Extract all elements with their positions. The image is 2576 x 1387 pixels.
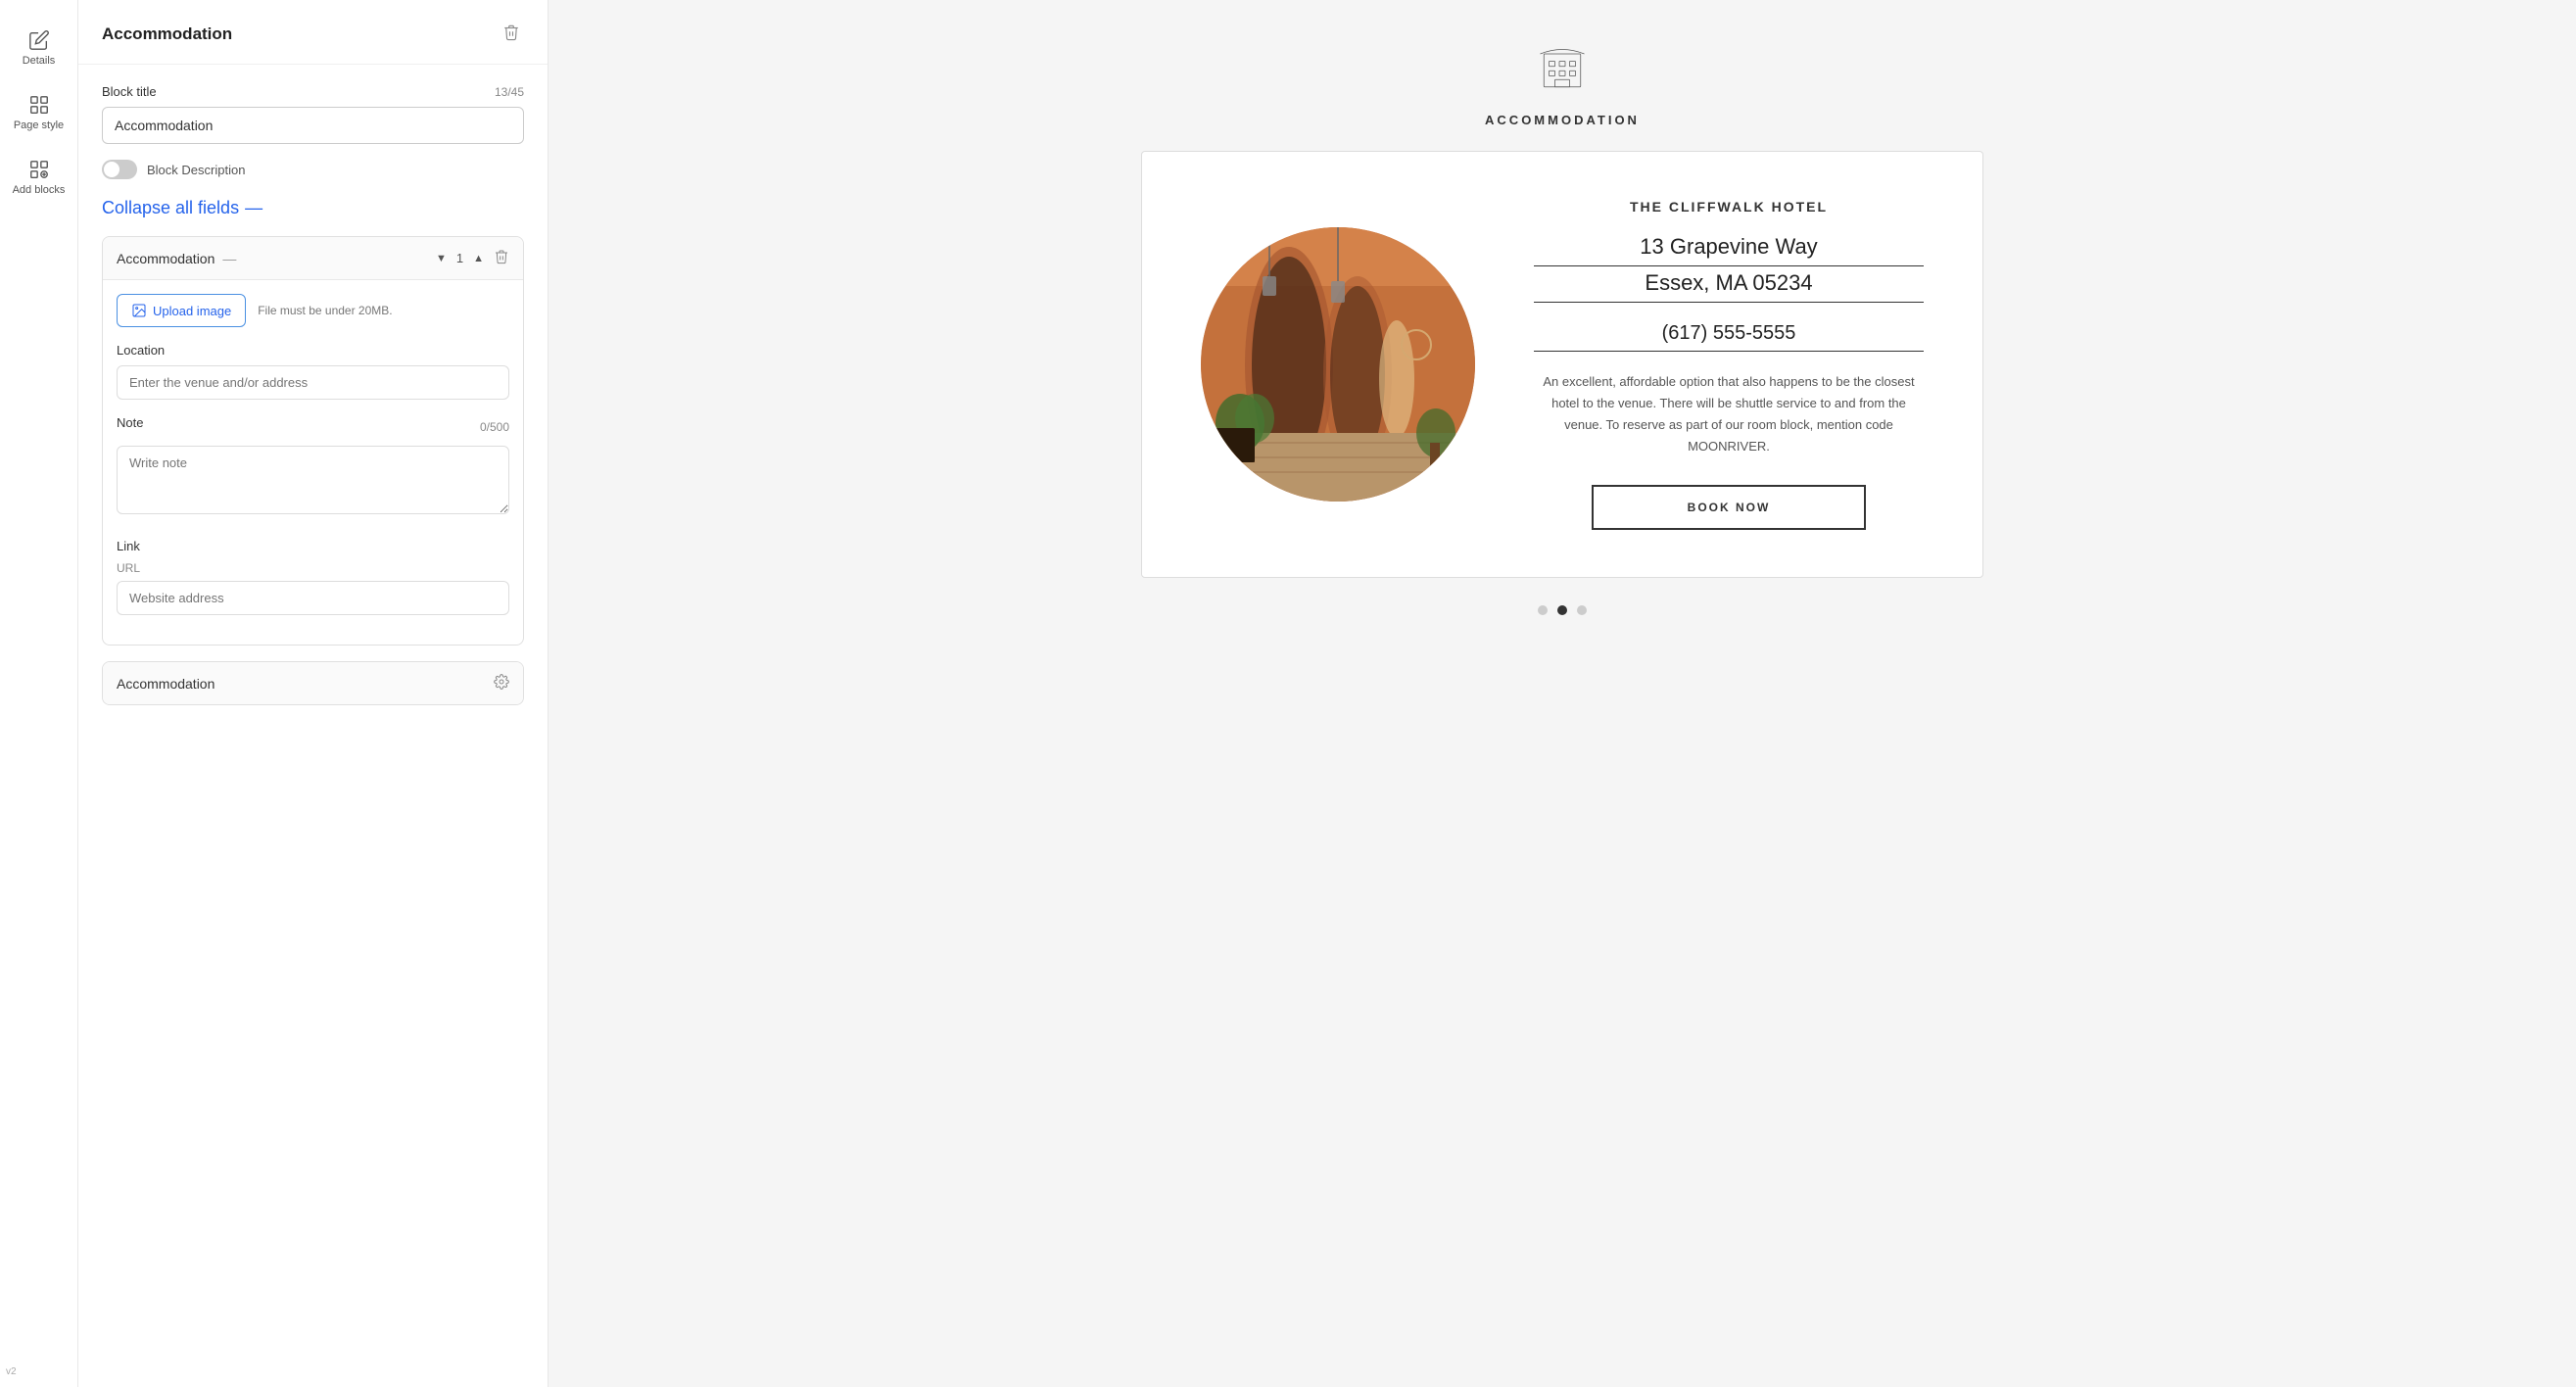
note-char-count: 0/500: [480, 420, 509, 434]
preview-panel: ACCOMMODATION: [549, 0, 2576, 1387]
block-title-char-count: 13/45: [495, 85, 524, 99]
delete-card-2-button[interactable]: [494, 674, 509, 693]
delete-panel-button[interactable]: [499, 20, 524, 48]
sidebar-item-page-style[interactable]: Page style: [5, 84, 73, 141]
trash-small-icon: [494, 249, 509, 264]
version-tag: v2: [6, 1366, 17, 1377]
block-title-label: Block title: [102, 84, 157, 99]
accommodation-card-body: Upload image File must be under 20MB. Lo…: [103, 280, 523, 645]
accommodation-2-title: Accommodation: [117, 676, 215, 692]
location-input[interactable]: [117, 365, 509, 400]
hotel-name: THE CLIFFWALK HOTEL: [1630, 199, 1828, 215]
upload-icon: [131, 303, 147, 318]
accommodation-2-label: Accommodation: [117, 676, 215, 692]
preview-dots: [1538, 605, 1587, 615]
accommodation-card-2: Accommodation: [102, 661, 524, 705]
accommodation-2-controls: [494, 674, 509, 693]
count-up-button[interactable]: ▲: [471, 251, 486, 266]
hotel-description: An excellent, affordable option that als…: [1534, 371, 1924, 457]
accommodation-card-title: Accommodation —: [117, 251, 236, 266]
palette-icon: [28, 94, 50, 116]
link-label: Link: [117, 539, 509, 553]
dot-1[interactable]: [1538, 605, 1548, 615]
block-title-row: Block title 13/45: [102, 84, 524, 99]
hotel-address-line2: Essex, MA 05234: [1534, 270, 1924, 303]
note-field-row: Note 0/500: [117, 415, 509, 438]
delete-card-button[interactable]: [494, 249, 509, 267]
note-label: Note: [117, 415, 143, 430]
dot-2[interactable]: [1557, 605, 1567, 615]
panel-header: Accommodation: [78, 0, 548, 65]
dot-3[interactable]: [1577, 605, 1587, 615]
building-icon: [1533, 39, 1592, 98]
note-textarea[interactable]: [117, 446, 509, 514]
collapse-all-button[interactable]: Collapse all fields —: [102, 199, 262, 216]
sidebar-item-add-blocks[interactable]: Add blocks: [5, 149, 73, 206]
hotel-address-line1: 13 Grapevine Way: [1534, 234, 1924, 266]
collapse-dash-icon: —: [245, 199, 262, 216]
dropdown-arrow-button[interactable]: ▼: [434, 251, 449, 266]
gear-icon: [494, 674, 509, 690]
item-count: 1: [456, 251, 463, 265]
preview-header: ACCOMMODATION: [1485, 39, 1640, 127]
panel-body: Block title 13/45 Block Description Coll…: [78, 65, 548, 725]
sidebar-item-details[interactable]: Details: [5, 20, 73, 76]
upload-image-button[interactable]: Upload image: [117, 294, 246, 327]
plus-block-icon: [28, 159, 50, 180]
book-now-button[interactable]: BOOK NOW: [1592, 485, 1866, 530]
left-panel: Accommodation Block title 13/45 Block De…: [78, 0, 549, 1387]
upload-area: Upload image File must be under 20MB.: [117, 294, 509, 327]
panel-title: Accommodation: [102, 24, 232, 44]
block-title-input[interactable]: [102, 107, 524, 144]
dash-icon: —: [222, 251, 236, 266]
url-input[interactable]: [117, 581, 509, 615]
accommodation-item-label: Accommodation: [117, 251, 215, 266]
location-label: Location: [117, 343, 509, 358]
url-label: URL: [117, 561, 509, 575]
link-section: Link URL: [117, 539, 509, 631]
preview-card: THE CLIFFWALK HOTEL 13 Grapevine Way Ess…: [1141, 151, 1983, 578]
collapse-label: Collapse all fields: [102, 199, 239, 216]
block-description-label: Block Description: [147, 163, 245, 177]
add-blocks-label: Add blocks: [13, 184, 66, 196]
hallway-image: [1201, 227, 1475, 502]
preview-section-title: ACCOMMODATION: [1485, 113, 1640, 127]
details-label: Details: [23, 55, 56, 67]
block-description-toggle[interactable]: [102, 160, 137, 179]
block-description-row: Block Description: [102, 160, 524, 179]
trash-icon: [502, 24, 520, 41]
accommodation-controls: ▼ 1 ▲: [434, 249, 509, 267]
upload-label: Upload image: [153, 304, 231, 318]
preview-info: THE CLIFFWALK HOTEL 13 Grapevine Way Ess…: [1534, 199, 1924, 530]
icon-sidebar: Details Page style Add blocks: [0, 0, 78, 1387]
upload-hint: File must be under 20MB.: [258, 304, 392, 317]
accommodation-card-2-header: Accommodation: [103, 662, 523, 704]
hotel-icon: [1533, 39, 1592, 103]
page-style-label: Page style: [14, 120, 64, 131]
hotel-phone: (617) 555-5555: [1534, 322, 1924, 352]
pencil-icon: [28, 29, 50, 51]
hotel-image-circle: [1201, 227, 1475, 502]
accommodation-card-1: Accommodation — ▼ 1 ▲: [102, 236, 524, 646]
accommodation-card-header: Accommodation — ▼ 1 ▲: [103, 237, 523, 280]
